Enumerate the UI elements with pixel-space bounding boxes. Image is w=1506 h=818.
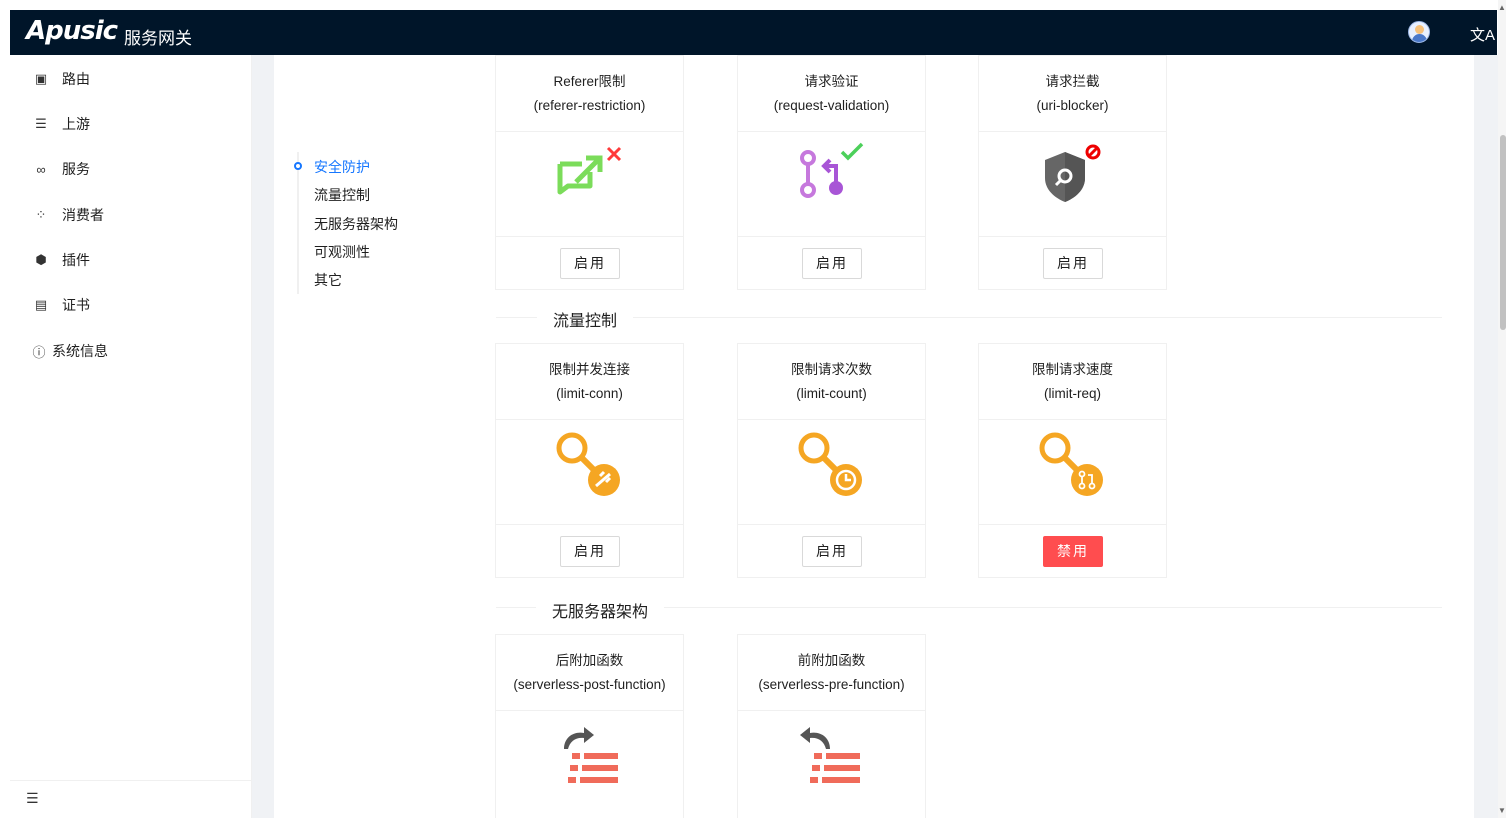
scrollbar-thumb[interactable]	[1500, 135, 1506, 330]
anchor-link-other[interactable]: 其它	[314, 270, 342, 290]
uri-blocker-icon	[979, 132, 1166, 236]
card-title: 后附加函数 (serverless-post-function)	[496, 635, 683, 711]
app-title: 服务网关	[124, 29, 192, 48]
category-anchor: 安全防护 流量控制 无服务器架构 可观测性 其它	[294, 152, 427, 294]
logo[interactable]: Apusic	[26, 16, 118, 46]
card-actions: 启用	[738, 236, 925, 289]
sidebar-item-label: 路由	[62, 71, 90, 87]
plugin-name: 前附加函数	[797, 653, 866, 668]
disable-button[interactable]: 禁用	[1043, 536, 1103, 567]
page-scrollbar[interactable]	[1498, 0, 1506, 818]
plugin-id: (referer-restriction)	[533, 98, 646, 113]
sidebar-item-label: 证书	[62, 297, 90, 313]
limit-req-icon	[979, 420, 1166, 524]
plugin-card-serverless-post-function: 后附加函数 (serverless-post-function)	[495, 634, 684, 818]
section-title-traffic: 流量控制	[537, 307, 634, 331]
language-icon[interactable]: 文A	[1470, 24, 1495, 45]
plugin-id: (limit-count)	[796, 386, 867, 401]
anchor-link-security[interactable]: 安全防护	[314, 157, 370, 177]
sidebar-item-label: 服务	[62, 161, 90, 177]
limit-conn-icon	[496, 420, 683, 524]
server-icon: ☰	[35, 116, 47, 131]
plugin-id: (serverless-pre-function)	[758, 677, 905, 692]
sidebar-item-system-info[interactable]: ⓘ 系统信息	[10, 331, 252, 371]
request-validation-icon	[738, 132, 925, 236]
card-title: Referer限制 (referer-restriction)	[496, 56, 683, 132]
sidebar-item-label: 系统信息	[52, 343, 108, 359]
enable-button[interactable]: 启用	[1043, 248, 1103, 279]
sidebar-item-service[interactable]: ∞ 服务	[10, 149, 252, 189]
sidebar-item-upstream[interactable]: ☰ 上游	[10, 104, 252, 144]
plugin-card-limit-req: 限制请求速度 (limit-req) 禁用	[978, 343, 1167, 578]
content-gutter-left	[252, 55, 274, 818]
sidebar-item-label: 上游	[62, 116, 90, 132]
plugin-card-uri-blocker: 请求拦截 (uri-blocker) 启用	[978, 55, 1167, 290]
plugin-name: 限制请求次数	[791, 362, 872, 377]
scroll-up-icon[interactable]: ▲	[1498, 3, 1506, 12]
sidebar-item-certificate[interactable]: ▤ 证书	[10, 285, 252, 325]
plugin-card-serverless-pre-function: 前附加函数 (serverless-pre-function)	[737, 634, 926, 818]
plugin-id: (limit-conn)	[556, 386, 623, 401]
card-title: 请求拦截 (uri-blocker)	[979, 56, 1166, 132]
sidebar-item-label: 消费者	[62, 207, 104, 223]
plugin-card-limit-count: 限制请求次数 (limit-count) 启用	[737, 343, 926, 578]
sidebar-collapse[interactable]: ☰	[10, 780, 252, 818]
anchor-link-serverless[interactable]: 无服务器架构	[314, 214, 398, 234]
card-title: 前附加函数 (serverless-pre-function)	[738, 635, 925, 711]
card-actions: 禁用	[979, 524, 1166, 577]
service-icon: ∞	[36, 161, 46, 177]
enable-button[interactable]: 启用	[560, 248, 620, 279]
anchor-link-traffic[interactable]: 流量控制	[314, 185, 370, 205]
anchor-link-observability[interactable]: 可观测性	[314, 242, 370, 262]
plugin-name: Referer限制	[553, 74, 626, 89]
card-title: 限制并发连接 (limit-conn)	[496, 344, 683, 420]
plugin-id: (request-validation)	[773, 98, 890, 113]
anchor-indicator	[294, 162, 302, 170]
section-title-serverless: 无服务器架构	[536, 598, 665, 622]
sidebar-item-label: 插件	[62, 252, 90, 268]
menu-fold-icon[interactable]: ☰	[26, 790, 39, 807]
enable-button[interactable]: 启用	[802, 536, 862, 567]
content-gutter-right	[1474, 55, 1498, 818]
card-title: 请求验证 (request-validation)	[738, 56, 925, 132]
plugin-id: (uri-blocker)	[1036, 98, 1109, 113]
plugin-name: 后附加函数	[555, 653, 624, 668]
consumer-icon: ⁘	[35, 207, 47, 222]
plugin-card-referer-restriction: Referer限制 (referer-restriction) 启用	[495, 55, 684, 290]
plugin-id: (limit-req)	[1044, 386, 1101, 401]
plugin-name: 请求拦截	[1045, 74, 1100, 89]
sidebar-item-plugin[interactable]: ⬢ 插件	[10, 240, 252, 280]
plugin-id: (serverless-post-function)	[513, 677, 666, 692]
card-title: 限制请求速度 (limit-req)	[979, 344, 1166, 420]
card-title: 限制请求次数 (limit-count)	[738, 344, 925, 420]
info-icon: ⓘ	[32, 344, 46, 360]
serverless-pre-function-icon	[738, 711, 925, 815]
plugin-card-request-validation: 请求验证 (request-validation) 启用	[737, 55, 926, 290]
card-actions: 启用	[738, 524, 925, 577]
card-actions: 启用	[496, 236, 683, 289]
enable-button[interactable]: 启用	[560, 536, 620, 567]
sidebar-item-route[interactable]: ▣ 路由	[10, 59, 252, 99]
route-icon: ▣	[34, 71, 48, 86]
plugin-name: 限制请求速度	[1032, 362, 1113, 377]
scroll-down-icon[interactable]: ▼	[1498, 806, 1506, 815]
user-avatar[interactable]	[1408, 21, 1430, 43]
enable-button[interactable]: 启用	[802, 248, 862, 279]
referer-restriction-icon	[496, 132, 683, 236]
sidebar-item-consumer[interactable]: ⁘ 消费者	[10, 195, 252, 235]
plugin-icon: ⬢	[35, 252, 47, 267]
limit-count-icon	[738, 420, 925, 524]
plugin-card-limit-conn: 限制并发连接 (limit-conn) 启用	[495, 343, 684, 578]
serverless-post-function-icon	[496, 711, 683, 815]
plugin-name: 限制并发连接	[549, 362, 630, 377]
certificate-icon: ▤	[34, 297, 48, 312]
card-actions: 启用	[979, 236, 1166, 289]
sidebar: ▣ 路由 ☰ 上游 ∞ 服务 ⁘ 消费者 ⬢ 插件 ▤ 证书 ⓘ 系统信息 ☰	[10, 55, 252, 818]
plugin-name: 请求验证	[804, 74, 859, 89]
top-header: Apusic 服务网关 文A	[10, 10, 1497, 55]
section-divider	[496, 317, 1442, 318]
card-actions: 启用	[496, 524, 683, 577]
